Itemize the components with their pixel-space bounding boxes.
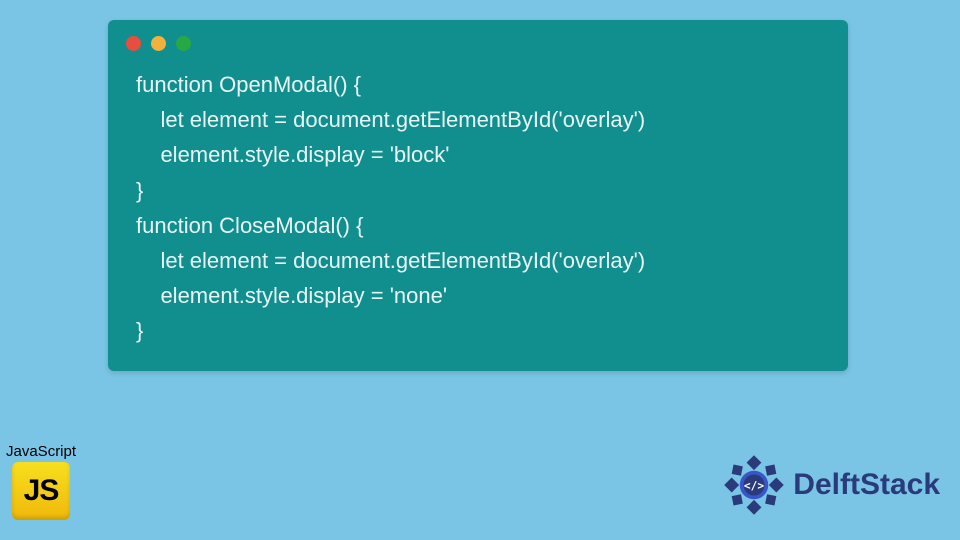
javascript-label: JavaScript (6, 443, 76, 460)
minimize-dot-icon (151, 36, 166, 51)
window-traffic-lights (108, 20, 848, 57)
javascript-badge: JavaScript JS (6, 443, 76, 520)
brand: </> DelftStack (723, 454, 940, 516)
code-content: function OpenModal() { let element = doc… (108, 57, 848, 349)
javascript-icon: JS (12, 462, 70, 520)
maximize-dot-icon (176, 36, 191, 51)
close-dot-icon (126, 36, 141, 51)
brand-logo-icon: </> (723, 454, 785, 516)
svg-text:</>: </> (744, 479, 764, 492)
brand-name: DelftStack (793, 468, 940, 502)
code-window: function OpenModal() { let element = doc… (108, 20, 848, 371)
